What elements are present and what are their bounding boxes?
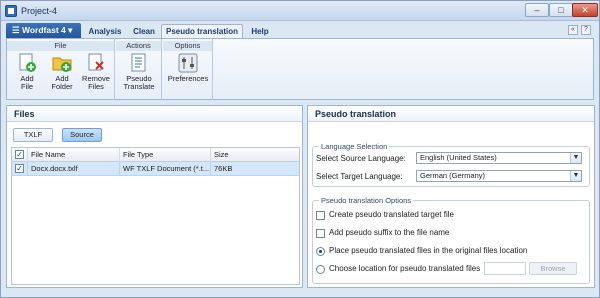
language-selection-group: Language Selection Select Source Languag… (312, 142, 590, 187)
tab-help[interactable]: Help (246, 24, 274, 38)
select-all-cell: ✓ (12, 148, 28, 162)
app-menu-button[interactable]: ☰ Wordfast 4 ▾ (6, 23, 81, 38)
app-icon (5, 5, 17, 17)
ribbon-group-file: File Add File Add Folder Remove Files (7, 39, 115, 100)
remove-files-icon (86, 53, 106, 73)
preferences-button[interactable]: Preferences (166, 53, 210, 83)
column-header-file-name[interactable]: File Name (28, 148, 120, 162)
choose-location-radio[interactable] (316, 265, 325, 274)
pseudo-options-legend: Pseudo translation Options (319, 196, 414, 205)
place-original-radio[interactable] (316, 247, 325, 256)
window-title: Project-4 (21, 6, 58, 16)
add-file-icon (17, 53, 37, 73)
group-label: Options (163, 41, 212, 51)
files-panel-title: Files (7, 106, 302, 122)
place-original-label: Place pseudo translated files in the ori… (329, 246, 528, 255)
add-suffix-checkbox[interactable] (316, 229, 325, 238)
application-window: Project-4 – □ ✕ ☰ Wordfast 4 ▾ Analysis … (0, 0, 600, 298)
chevron-down-icon: ▾ (68, 25, 73, 35)
tab-pseudo-translation[interactable]: Pseudo translation (161, 24, 243, 38)
table-header: ✓ File Name File Type Size (12, 148, 299, 162)
select-all-checkbox[interactable]: ✓ (15, 150, 24, 159)
preferences-label: Preferences (167, 74, 209, 83)
add-folder-button[interactable]: Add Folder (47, 53, 77, 91)
file-size-cell: 76KB (214, 164, 233, 173)
file-name-cell: Docx.docx.txlf (28, 162, 120, 176)
file-type-cell: WF TXLF Document (*.t... (120, 162, 211, 176)
chevron-down-icon: ▼ (570, 153, 581, 163)
files-table: ✓ File Name File Type Size ✓ Docx.docx.t… (11, 147, 300, 285)
ribbon-tabs: ☰ Wordfast 4 ▾ Analysis Clean Pseudo tra… (1, 22, 599, 38)
remove-files-label: Remove Files (82, 74, 110, 91)
source-toggle-button[interactable]: Source (62, 128, 102, 142)
group-label: File (7, 41, 114, 51)
preferences-icon (178, 53, 198, 73)
pseudo-translate-icon (129, 53, 149, 73)
hamburger-icon: ☰ (12, 25, 20, 35)
tab-analysis[interactable]: Analysis (85, 24, 125, 38)
browse-button[interactable]: Browse (529, 262, 577, 275)
close-button[interactable]: ✕ (572, 3, 598, 17)
pseudo-translate-label: Pseudo Translate (123, 74, 155, 91)
target-language-value: German (Germany) (420, 171, 486, 180)
source-language-select[interactable]: English (United States) ▼ (416, 152, 582, 164)
pseudo-translation-panel: Pseudo translation Language Selection Se… (307, 105, 595, 288)
collapse-ribbon-icon[interactable]: « (568, 25, 578, 35)
column-header-size[interactable]: Size (211, 148, 299, 162)
group-label: Actions (116, 41, 161, 51)
target-language-select[interactable]: German (Germany) ▼ (416, 170, 582, 182)
title-bar: Project-4 – □ ✕ (1, 1, 599, 21)
app-menu-label: Wordfast 4 (22, 25, 66, 35)
files-panel: Files TXLF Source ✓ File Name File Type … (6, 105, 303, 288)
ribbon: File Add File Add Folder Remove Files Ac… (6, 38, 594, 100)
table-row[interactable]: ✓ Docx.docx.txlf WF TXLF Document (*.t..… (12, 162, 299, 176)
remove-files-button[interactable]: Remove Files (80, 53, 112, 91)
tab-clean[interactable]: Clean (129, 24, 159, 38)
create-target-label: Create pseudo translated target file (329, 210, 454, 219)
language-selection-legend: Language Selection (319, 142, 390, 151)
help-icon[interactable]: ? (581, 25, 591, 35)
pseudo-panel-title: Pseudo translation (308, 106, 594, 122)
minimize-button[interactable]: – (525, 3, 549, 17)
add-file-label: Add File (20, 74, 34, 91)
column-header-file-type[interactable]: File Type (120, 148, 211, 162)
choose-location-label: Choose location for pseudo translated fi… (329, 264, 481, 273)
source-language-value: English (United States) (420, 153, 497, 162)
target-language-label: Select Target Language: (316, 172, 403, 181)
ribbon-group-options: Options Preferences (163, 39, 213, 100)
output-path-input[interactable] (484, 262, 526, 275)
add-suffix-label: Add pseudo suffix to the file name (329, 228, 450, 237)
create-target-checkbox[interactable] (316, 211, 325, 220)
maximize-button[interactable]: □ (549, 3, 573, 17)
ribbon-group-actions: Actions Pseudo Translate (116, 39, 162, 100)
add-folder-label: Add Folder (51, 74, 73, 91)
source-language-label: Select Source Language: (316, 154, 406, 163)
add-file-button[interactable]: Add File (12, 53, 42, 91)
txlf-toggle-button[interactable]: TXLF (13, 128, 53, 142)
chevron-down-icon: ▼ (570, 171, 581, 181)
add-folder-icon (52, 53, 72, 73)
row-check-cell: ✓ (12, 162, 28, 176)
pseudo-options-group: Pseudo translation Options Create pseudo… (312, 196, 590, 284)
row-checkbox[interactable]: ✓ (15, 164, 24, 173)
pseudo-translate-button[interactable]: Pseudo Translate (122, 53, 156, 91)
